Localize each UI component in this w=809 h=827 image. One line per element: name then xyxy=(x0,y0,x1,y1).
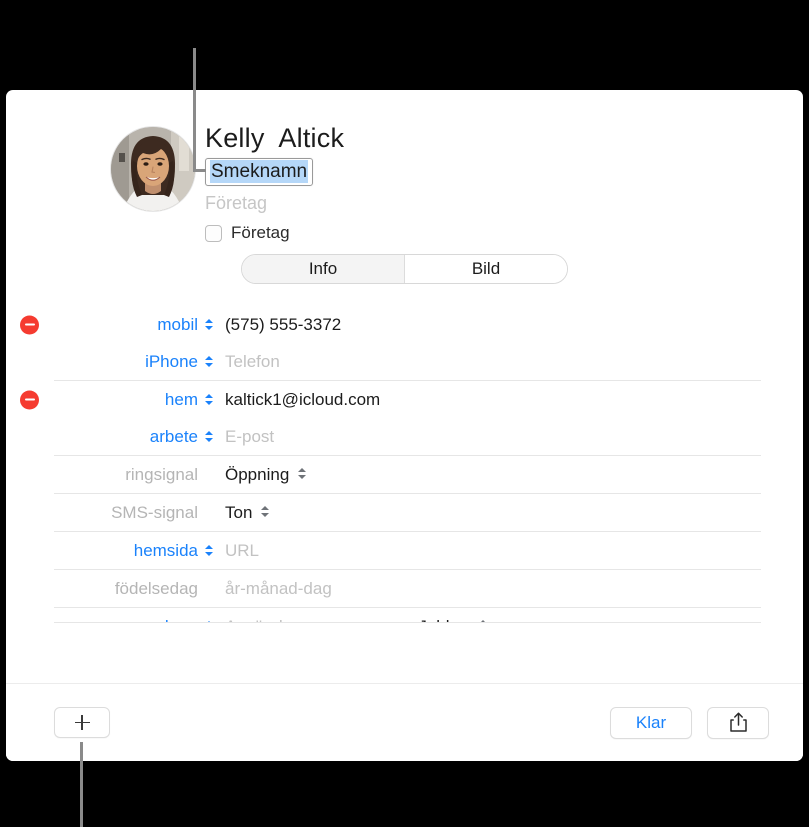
field-value[interactable]: Ton xyxy=(225,503,252,523)
table-row[interactable]: ringsignal Öppning xyxy=(54,456,761,493)
field-group: SMS-signal Ton xyxy=(54,494,761,532)
add-field-button[interactable] xyxy=(54,707,110,738)
tab-info[interactable]: Info xyxy=(242,255,405,283)
nickname-input[interactable]: Smeknamn xyxy=(205,158,314,186)
field-value-cell: URL xyxy=(225,541,259,561)
field-label: SMS-signal xyxy=(111,502,198,522)
header-fields: Kelly Altick Smeknamn Företag Företag xyxy=(205,122,344,243)
table-row[interactable]: arbete E-post xyxy=(54,418,761,455)
field-value-cell: år-månad-dag xyxy=(225,579,332,599)
nickname-input-value: Smeknamn xyxy=(210,160,309,183)
field-value-cell: Ton xyxy=(225,503,270,523)
segmented-control: Info Bild xyxy=(241,254,568,284)
clipped-row-value[interactable]: Användarnamn xyxy=(225,617,340,623)
field-label[interactable]: arbete xyxy=(54,427,201,447)
field-label-stepper-icon[interactable] xyxy=(201,356,216,367)
table-row[interactable]: födelsedag år-månad-dag xyxy=(54,570,761,607)
plus-icon xyxy=(74,715,90,730)
contact-editor-window: Kelly Altick Smeknamn Företag Företag In… xyxy=(6,90,803,761)
field-label[interactable]: hemsida xyxy=(54,541,201,561)
field-value[interactable]: Öppning xyxy=(225,465,289,485)
field-label: födelsedag xyxy=(114,578,198,598)
contact-fields-list: mobil (575) 555-3372 iPhone Telefon hem kalti… xyxy=(6,306,803,608)
contact-name: Kelly Altick xyxy=(205,123,345,153)
remove-field-icon[interactable] xyxy=(20,315,39,334)
field-value-stepper-icon[interactable] xyxy=(298,468,307,479)
field-label-stepper-icon[interactable] xyxy=(201,431,216,442)
table-row[interactable]: hemsida URL xyxy=(54,532,761,569)
callout-line-bottom xyxy=(80,742,83,827)
tab-bild[interactable]: Bild xyxy=(405,255,567,283)
table-row[interactable]: SMS-signal Ton xyxy=(54,494,761,531)
field-value-cell: Öppning xyxy=(225,465,307,485)
field-label-stepper-icon[interactable] xyxy=(201,319,216,330)
company-checkbox[interactable] xyxy=(205,224,222,242)
remove-field-icon[interactable] xyxy=(20,390,39,409)
company-input[interactable]: Företag xyxy=(205,192,344,214)
field-value[interactable]: kaltick1@icloud.com xyxy=(225,390,380,410)
field-value-cell: Telefon xyxy=(225,352,280,372)
contact-header: Kelly Altick Smeknamn Företag Företag xyxy=(6,90,803,258)
table-row[interactable]: hem kaltick1@icloud.com xyxy=(20,381,761,418)
field-group: mobil (575) 555-3372 iPhone Telefon xyxy=(20,306,761,381)
view-switcher: Info Bild xyxy=(6,254,803,284)
field-label-stepper-icon[interactable] xyxy=(201,394,216,405)
avatar[interactable] xyxy=(111,127,195,211)
field-value[interactable]: E-post xyxy=(225,427,274,447)
callout-line-top xyxy=(193,48,196,172)
field-value[interactable]: år-månad-dag xyxy=(225,579,332,599)
table-row[interactable]: iPhone Telefon xyxy=(54,343,761,380)
field-value-cell: E-post xyxy=(225,427,274,447)
field-group: födelsedag år-månad-dag xyxy=(54,570,761,608)
share-icon xyxy=(729,712,747,732)
field-group: hem kaltick1@icloud.com arbete E-post xyxy=(20,381,761,456)
field-value[interactable]: Telefon xyxy=(225,352,280,372)
field-label: ringsignal xyxy=(125,464,198,484)
clipped-row-label[interactable]: hem xyxy=(54,617,201,623)
done-button[interactable]: Klar xyxy=(610,706,692,739)
clipped-row-extra-stepper-icon[interactable] xyxy=(479,620,488,622)
field-value-cell: (575) 555-3372 xyxy=(225,315,341,335)
clipped-row-stepper-icon[interactable] xyxy=(201,621,216,622)
callout-line-top-hook xyxy=(193,169,206,172)
field-value[interactable]: URL xyxy=(225,541,259,561)
field-value[interactable]: (575) 555-3372 xyxy=(225,315,341,335)
field-label[interactable]: mobil xyxy=(54,315,201,335)
share-button[interactable] xyxy=(707,706,769,739)
field-group: hemsida URL xyxy=(54,532,761,570)
field-group: ringsignal Öppning xyxy=(54,456,761,494)
company-checkbox-label: Företag xyxy=(231,223,290,242)
window-footer: Klar xyxy=(6,683,803,761)
table-row[interactable]: mobil (575) 555-3372 xyxy=(20,306,761,343)
field-label[interactable]: hem xyxy=(54,390,201,410)
table-row-clipped[interactable]: hem Användarnamn Jabber xyxy=(54,608,761,623)
field-value-stepper-icon[interactable] xyxy=(261,506,270,517)
company-checkbox-row[interactable]: Företag xyxy=(205,223,344,243)
field-value-cell: kaltick1@icloud.com xyxy=(225,390,380,410)
field-label[interactable]: iPhone xyxy=(54,352,201,372)
footer-actions: Klar xyxy=(610,706,769,739)
field-label-stepper-icon[interactable] xyxy=(201,545,216,556)
clipped-row-extra-value[interactable]: Jabber xyxy=(418,617,470,623)
